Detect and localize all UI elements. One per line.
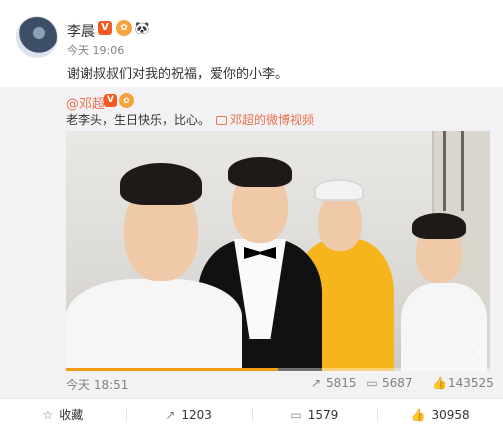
video-person-hair <box>120 163 202 205</box>
repost-comment-stat[interactable]: ▭ 5687 <box>366 376 413 390</box>
video-player[interactable]: ⤢ <box>66 131 490 371</box>
favorite-button[interactable]: ☆ 收藏 <box>0 399 126 430</box>
video-person <box>66 159 242 371</box>
action-bar: ☆ 收藏 ↗ 1203 ▭ 1579 👍 30958 <box>0 398 503 430</box>
video-person-face <box>318 193 362 251</box>
comment-icon: ▭ <box>290 408 302 422</box>
repost-verified-badge-icon[interactable]: V <box>104 94 117 107</box>
post-header: 李晨 V ✿ 🐼 今天 19:06 <box>16 16 486 62</box>
repost-time[interactable]: 今天 18:51 <box>66 376 128 393</box>
repost-share-stat[interactable]: ↗ 5815 <box>310 376 357 390</box>
share-count: 1203 <box>181 408 212 422</box>
author-name[interactable]: 李晨 <box>67 21 95 41</box>
video-link-label: 邓超的微博视频 <box>230 113 315 127</box>
thumbs-up-icon: 👍 <box>410 408 426 422</box>
post-time[interactable]: 今天 19:06 <box>67 42 124 58</box>
share-icon: ↗ <box>165 408 176 422</box>
video-icon <box>216 116 227 125</box>
repost-author-link[interactable]: @邓超 <box>66 93 105 112</box>
video-person-shirt <box>66 279 242 371</box>
repost-comment-count: 5687 <box>382 376 413 390</box>
verified-badge-icon[interactable]: V <box>98 21 112 35</box>
comment-button[interactable]: ▭ 1579 <box>251 399 378 430</box>
comment-count: 1579 <box>307 408 339 422</box>
repost-like-count: 143525 <box>448 376 494 390</box>
video-progress-fill <box>66 368 278 371</box>
repost-like-stat[interactable]: 👍143525 <box>432 376 494 390</box>
post-text: 谢谢叔叔们对我的祝福，爱你的小李。 <box>67 67 289 82</box>
share-button[interactable]: ↗ 1203 <box>125 399 252 430</box>
panda-badge-icon[interactable]: 🐼 <box>134 20 150 36</box>
favorite-label: 收藏 <box>59 408 84 422</box>
repost-text: 老李头，生日快乐，比心。 <box>66 113 211 127</box>
repost-member-crown-icon[interactable]: ✿ <box>119 93 134 108</box>
expand-icon[interactable]: ⤢ <box>468 349 482 363</box>
avatar[interactable] <box>16 16 58 58</box>
video-person <box>396 211 487 371</box>
repost-share-count: 5815 <box>326 376 357 390</box>
like-count: 30958 <box>431 408 470 422</box>
share-icon: ↗ <box>310 376 322 390</box>
like-button[interactable]: 👍 30958 <box>377 399 503 430</box>
star-icon: ☆ <box>42 408 54 422</box>
comment-icon: ▭ <box>366 376 378 390</box>
video-person-hair <box>412 213 466 239</box>
repost-box: @邓超 V ✿ 老李头，生日快乐，比心。 邓超的微博视频 ⤢ 今天 18:51 … <box>0 87 503 398</box>
video-background-rod <box>443 131 446 211</box>
video-link[interactable]: 邓超的微博视频 <box>216 111 314 128</box>
thumbs-up-icon: 👍 <box>432 376 447 390</box>
member-crown-icon[interactable]: ✿ <box>116 20 132 36</box>
video-background-rod <box>461 131 464 211</box>
